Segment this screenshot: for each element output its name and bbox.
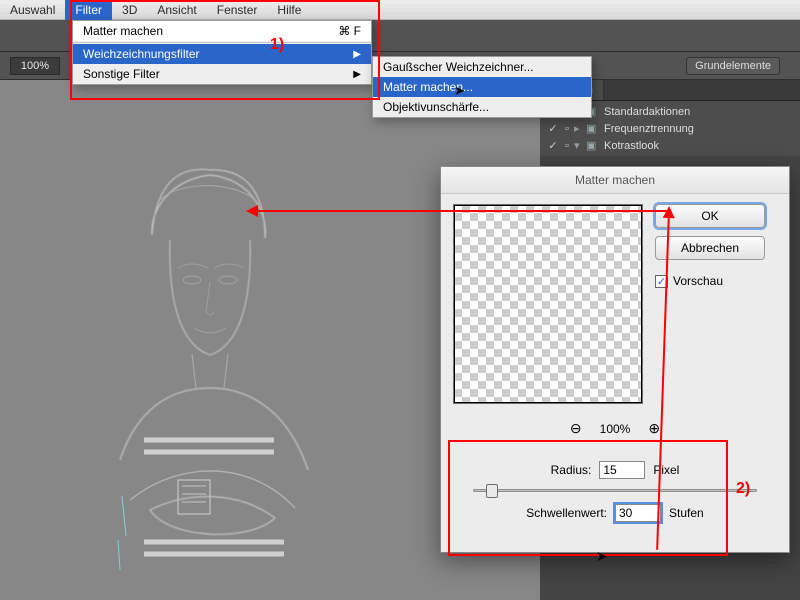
radius-input[interactable] [599,461,645,479]
zoom-in-icon[interactable]: ⊕ [648,420,660,437]
slider-knob[interactable] [486,484,498,498]
filter-menu-dropdown: Matter machen ⌘ F Weichzeichnungsfilter … [72,20,372,85]
menu-3d[interactable]: 3D [112,0,147,20]
menu-item-sonstige-filter[interactable]: Sonstige Filter ▶ [73,64,371,84]
cursor-icon: ➤ [454,83,465,99]
action-row[interactable]: ✓ ▫ ▸ ▣ Frequenztrennung [540,120,800,137]
preview-checkbox-label: Vorschau [673,274,723,288]
menu-item-shortcut: ⌘ F [338,24,361,38]
menu-separator [73,42,371,43]
menu-ansicht[interactable]: Ansicht [147,0,206,20]
radius-slider[interactable] [473,489,757,492]
submenu-item-matter-machen[interactable]: Matter machen... [373,77,591,97]
action-row[interactable]: ✓ ▫ ▾ ▣ Kotrastlook [540,137,800,154]
annotation-label-2: 2) [736,480,750,498]
disclosure-icon[interactable]: ▸ [574,122,586,135]
check-icon: ✓ [546,139,560,152]
zoom-out-icon[interactable]: ⊖ [570,420,582,437]
dialog-zoom-value: 100% [600,422,631,436]
cursor-icon: ➤ [596,548,608,565]
dialog-toggle-icon: ▫ [560,140,574,152]
threshold-label: Schwellenwert: [526,506,607,520]
submenu-item-gaussian[interactable]: Gaußscher Weichzeichner... [373,57,591,77]
radius-unit: Pixel [653,463,679,477]
threshold-row: Schwellenwert: Stufen [453,504,777,522]
menu-item-label: Sonstige Filter [83,67,160,81]
zoom-field[interactable]: 100% [10,57,60,75]
threshold-unit: Stufen [669,506,704,520]
folder-icon: ▣ [586,139,600,152]
portrait-image [60,140,360,590]
action-label: Frequenztrennung [604,123,694,135]
dialog-title: Matter machen [441,167,789,194]
menu-hilfe[interactable]: Hilfe [267,0,311,20]
threshold-input[interactable] [615,504,661,522]
folder-icon: ▣ [586,122,600,135]
menu-item-label: Matter machen [83,24,163,38]
submenu-arrow-icon: ▶ [353,69,361,80]
menu-item-recent-filter[interactable]: Matter machen ⌘ F [73,21,371,41]
submenu-arrow-icon: ▶ [353,49,361,60]
dialog-toggle-icon: ▫ [560,123,574,135]
annotation-arrow [250,210,670,212]
weichzeichnungsfilter-submenu: Gaußscher Weichzeichner... Matter machen… [372,56,592,118]
menu-fenster[interactable]: Fenster [207,0,268,20]
radius-row: Radius: Pixel [453,461,777,479]
preview-checkbox-row[interactable]: ✓ Vorschau [655,274,777,288]
check-icon: ✓ [546,122,560,135]
menu-item-label: Weichzeichnungsfilter [83,47,200,61]
dialog-preview[interactable] [453,204,643,404]
radius-label: Radius: [551,463,592,477]
menu-auswahl[interactable]: Auswahl [0,0,65,20]
action-label: Standardaktionen [604,106,690,118]
disclosure-icon[interactable]: ▾ [574,139,586,152]
menu-filter[interactable]: Filter [65,0,112,20]
submenu-item-objektivunschaerfe[interactable]: Objektivunschärfe... [373,97,591,117]
grundelemente-button[interactable]: Grundelemente [686,57,780,75]
system-menubar: Auswahl Filter 3D Ansicht Fenster Hilfe [0,0,800,20]
cancel-button[interactable]: Abbrechen [655,236,765,260]
action-label: Kotrastlook [604,140,659,152]
menu-item-weichzeichnungsfilter[interactable]: Weichzeichnungsfilter ▶ [73,44,371,64]
annotation-label-1: 1) [270,36,284,54]
